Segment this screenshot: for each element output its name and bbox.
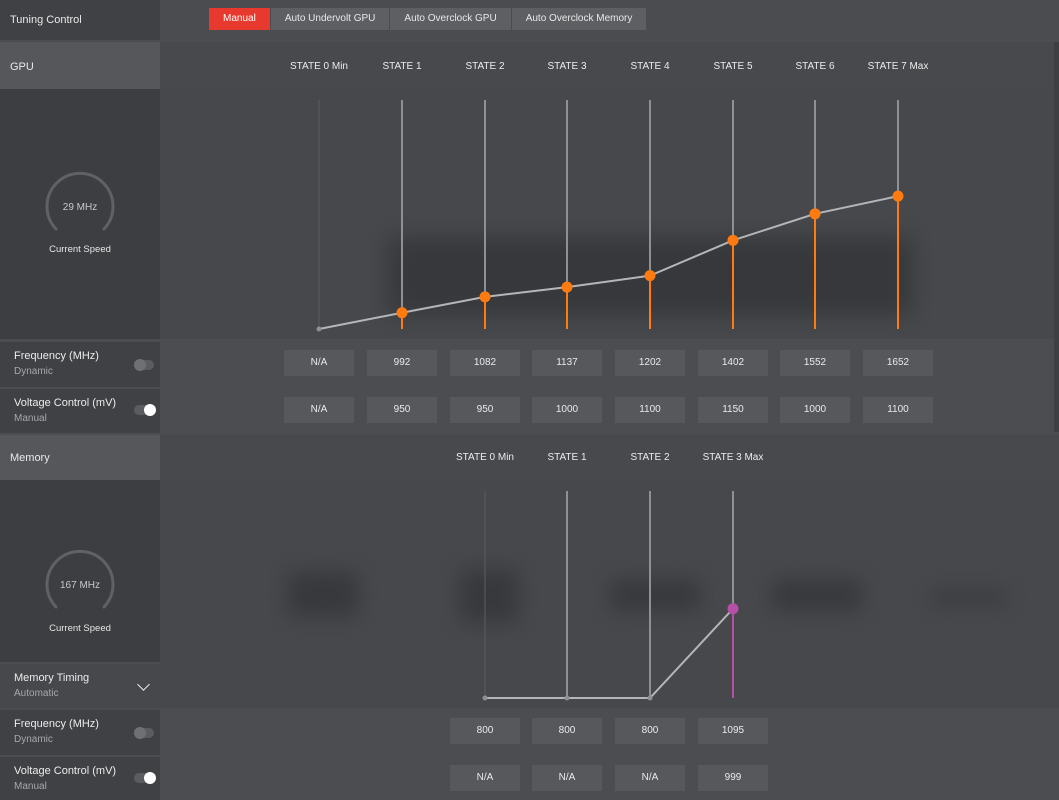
memory-timing-mode: Automatic: [14, 688, 59, 699]
scrollbar-track[interactable]: [1054, 42, 1059, 432]
memory-timing-title: Memory Timing: [14, 672, 90, 684]
memory-frequency-value[interactable]: 1095: [698, 718, 768, 744]
memory-timing-row[interactable]: Memory Timing Automatic: [0, 664, 160, 708]
memory-frequency-value[interactable]: 800: [450, 718, 520, 744]
memory-voltage-mode: Manual: [14, 781, 47, 792]
curve-point-inactive: [482, 695, 488, 701]
chevron-down-icon[interactable]: [137, 678, 150, 691]
memory-voltage-toggle[interactable]: [134, 772, 156, 784]
memory-voltage-value[interactable]: N/A: [450, 765, 520, 791]
curve-point-handle[interactable]: [727, 603, 739, 615]
memory-voltage-row: Voltage Control (mV) Manual: [0, 757, 160, 800]
frequency-curve: [485, 608, 734, 699]
curve-point-inactive: [564, 695, 570, 701]
memory-voltage-value[interactable]: N/A: [615, 765, 685, 791]
memory-voltage-value[interactable]: N/A: [532, 765, 602, 791]
memory-voltage-value[interactable]: 999: [698, 765, 768, 791]
memory-frequency-row: Frequency (MHz) Dynamic: [0, 710, 160, 755]
memory-voltage-title: Voltage Control (mV): [14, 765, 117, 777]
curve-point-inactive: [647, 695, 653, 701]
memory-frequency-value[interactable]: 800: [615, 718, 685, 744]
memory-frequency-toggle[interactable]: [134, 727, 154, 739]
memory-frequency-title: Frequency (MHz): [14, 718, 99, 730]
memory-frequency-value[interactable]: 800: [532, 718, 602, 744]
memory-frequency-mode: Dynamic: [14, 734, 53, 745]
